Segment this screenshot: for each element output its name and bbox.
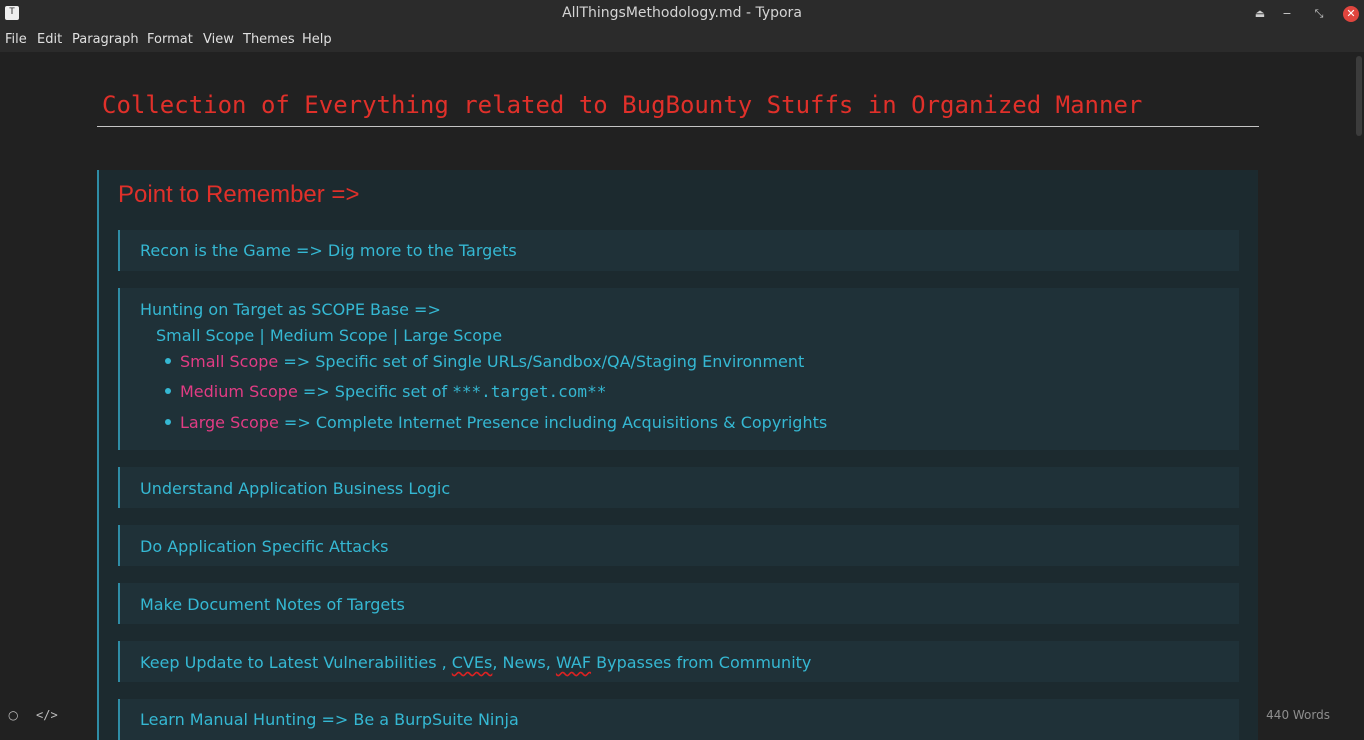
small-scope-label: Small Scope [180,352,279,371]
title-bar: T AllThingsMethodology.md - Typora ⏏ − ⤡… [0,0,1364,28]
menu-file[interactable]: File [5,32,27,47]
bullet-icon [165,358,171,364]
cves-word: CVEs [451,653,493,672]
minimize-icon[interactable]: − [1279,6,1295,22]
bullet-icon [165,388,171,394]
waf-word: WAF [555,653,592,672]
small-scope-desc: => Specific set of Single URLs/Sandbox/Q… [278,352,805,371]
update-text: Keep Update to Latest Vulnerabilities , … [140,653,811,672]
word-count[interactable]: 440 Words [1266,708,1330,722]
medium-scope-desc: => Specific set of [297,382,453,401]
medium-scope-code: ***.target.com** [452,382,607,401]
menu-bar: File Edit Paragraph Format View Themes H… [0,28,1364,52]
outline-toggle-icon[interactable]: ○ [8,708,18,722]
update-text-a: Keep Update to Latest Vulnerabilities , [140,653,452,672]
window-title: AllThingsMethodology.md - Typora [562,5,802,21]
blockquote-business-logic[interactable]: Understand Application Business Logic [118,467,1239,508]
business-logic-text: Understand Application Business Logic [140,479,451,498]
source-code-toggle-icon[interactable]: </> [36,708,58,722]
list-item-small-scope: Small Scope => Specific set of Single UR… [180,352,804,371]
close-icon[interactable]: ✕ [1343,6,1359,22]
recon-text: Recon is the Game => Dig more to the Tar… [140,241,517,260]
large-scope-desc: => Complete Internet Presence including … [278,413,828,432]
menu-edit[interactable]: Edit [37,32,62,47]
list-item-large-scope: Large Scope => Complete Internet Presenc… [180,413,827,432]
attacks-text: Do Application Specific Attacks [140,537,389,556]
scope-line-text: Small Scope | Medium Scope | Large Scope [156,326,503,345]
scrollbar-thumb[interactable] [1356,56,1362,136]
list-item-medium-scope: Medium Scope => Specific set of ***.targ… [180,382,606,401]
menu-themes[interactable]: Themes [243,32,295,47]
keep-above-icon[interactable]: ⏏ [1252,6,1268,22]
document-title-heading[interactable]: Collection of Everything related to BugB… [97,90,1259,127]
update-text-b: , News, [492,653,556,672]
menu-view[interactable]: View [203,32,234,47]
blockquote-recon[interactable]: Recon is the Game => Dig more to the Tar… [118,230,1239,271]
blockquote-attacks[interactable]: Do Application Specific Attacks [118,525,1239,566]
blockquote-scope[interactable]: Hunting on Target as SCOPE Base => Small… [118,288,1239,450]
menu-paragraph[interactable]: Paragraph [72,32,139,47]
update-text-c: Bypasses from Community [591,653,812,672]
section-heading[interactable]: Point to Remember => [118,181,359,209]
blockquote-manual[interactable]: Learn Manual Hunting => Be a BurpSuite N… [118,699,1239,740]
menu-format[interactable]: Format [147,32,193,47]
scope-intro-text: Hunting on Target as SCOPE Base => [140,300,441,319]
large-scope-label: Large Scope [180,413,279,432]
medium-scope-label: Medium Scope [180,382,298,401]
notes-text: Make Document Notes of Targets [140,595,405,614]
blockquote-notes[interactable]: Make Document Notes of Targets [118,583,1239,624]
menu-help[interactable]: Help [302,32,332,47]
restore-icon[interactable]: ⤡ [1311,6,1327,22]
manual-text: Learn Manual Hunting => Be a BurpSuite N… [140,710,519,729]
blockquote-update[interactable]: Keep Update to Latest Vulnerabilities , … [118,641,1239,682]
bullet-icon [165,419,171,425]
